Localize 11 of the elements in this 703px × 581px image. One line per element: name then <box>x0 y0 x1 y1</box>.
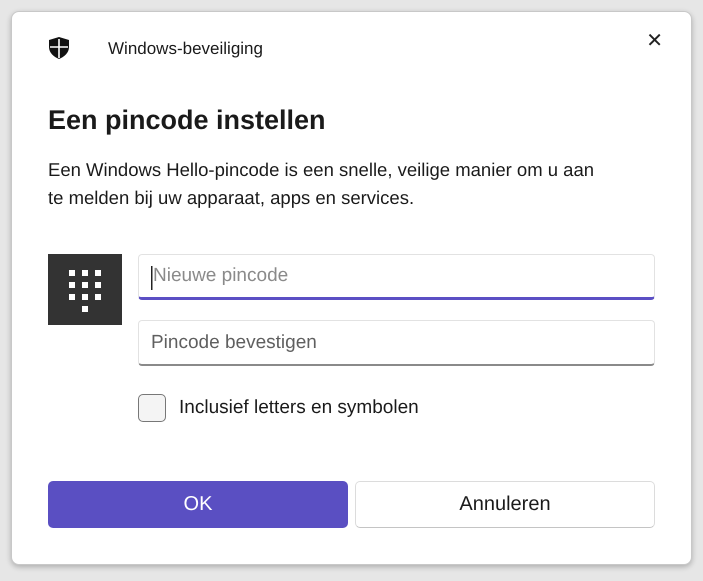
shield-icon <box>48 36 70 60</box>
description-text: Een Windows Hello-pincode is een snelle, veilige manier om u aan te melden bij uw apparaat, apps en services. <box>48 158 596 210</box>
input-field[interactable]: Pincode bevestigen <box>138 320 655 366</box>
ok-button[interactable]: OK <box>48 481 348 528</box>
input-field[interactable]: Nieuwe pincode <box>138 254 655 300</box>
dialog-heading: Een pincode instellen <box>48 104 327 137</box>
cancel-button[interactable]: Annuleren <box>355 481 655 528</box>
window-title: Windows-beveiliging <box>108 39 263 59</box>
checkbox[interactable] <box>138 394 166 422</box>
close-button[interactable]: ✕ <box>642 26 667 54</box>
checkbox-label: Inclusief letters en symbolen <box>179 397 419 419</box>
